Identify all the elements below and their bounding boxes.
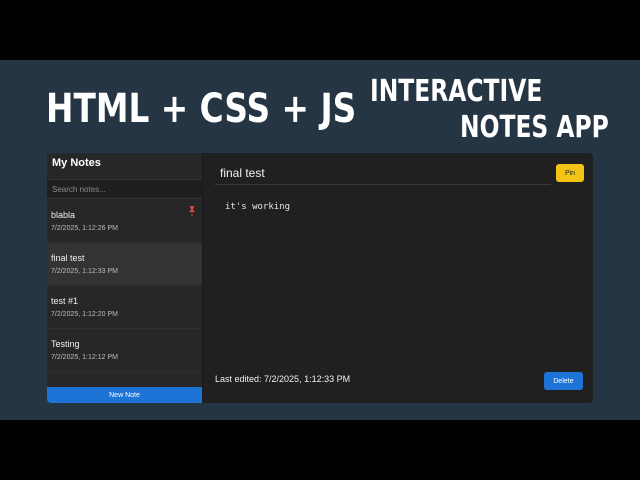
notes-app-window: My Notes blabla 7/2/2025, 1:12:26 PM fin… xyxy=(47,153,593,403)
note-date: 7/2/2025, 1:12:26 PM xyxy=(51,225,118,232)
note-list-item[interactable]: blabla 7/2/2025, 1:12:26 PM xyxy=(47,200,202,243)
sidebar-title: My Notes xyxy=(52,157,101,169)
headline-html-css-js: HTML + CSS + JS xyxy=(46,86,357,132)
search-input[interactable] xyxy=(47,179,202,199)
note-title-input[interactable] xyxy=(215,161,551,185)
note-list: blabla 7/2/2025, 1:12:26 PM final test 7… xyxy=(47,200,202,372)
last-edited-text: Last edited: 7/2/2025, 1:12:33 PM xyxy=(215,374,351,384)
headline-interactive: INTERACTIVE xyxy=(370,74,543,109)
note-list-item[interactable]: test #1 7/2/2025, 1:12:20 PM xyxy=(47,286,202,329)
pushpin-icon xyxy=(189,206,195,216)
note-body-textarea[interactable]: it's working xyxy=(215,197,593,377)
new-note-button[interactable]: New Note xyxy=(47,387,202,403)
note-date: 7/2/2025, 1:12:33 PM xyxy=(51,268,118,275)
note-date: 7/2/2025, 1:12:20 PM xyxy=(51,311,118,318)
sidebar: My Notes blabla 7/2/2025, 1:12:26 PM fin… xyxy=(47,153,203,403)
note-title: final test xyxy=(51,253,85,263)
note-title: Testing xyxy=(51,339,80,349)
note-title: test #1 xyxy=(51,296,79,306)
note-date: 7/2/2025, 1:12:12 PM xyxy=(51,354,118,361)
note-editor: Pin it's working Last edited: 7/2/2025, … xyxy=(203,153,593,403)
note-list-item[interactable]: Testing 7/2/2025, 1:12:12 PM xyxy=(47,329,202,372)
delete-button[interactable]: Delete xyxy=(544,372,583,390)
headline-notes-app: NOTES APP xyxy=(460,110,609,145)
note-title: blabla xyxy=(51,210,76,220)
video-frame: HTML + CSS + JS INTERACTIVE NOTES APP My… xyxy=(0,60,640,420)
pin-button[interactable]: Pin xyxy=(556,164,584,182)
note-list-item[interactable]: final test 7/2/2025, 1:12:33 PM xyxy=(47,243,202,286)
